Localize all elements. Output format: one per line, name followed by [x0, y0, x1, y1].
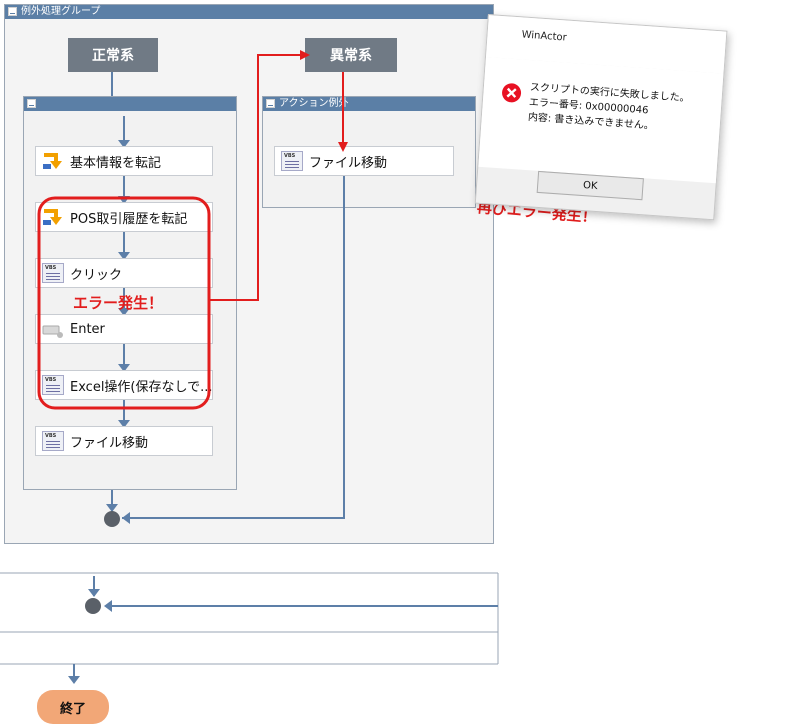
error-occurred-note: エラー発生！: [73, 294, 164, 312]
flow-node-file-move[interactable]: VBS ファイル移動: [35, 426, 213, 456]
error-annotation-overlay: [37, 50, 348, 410]
node-label: ファイル移動: [70, 435, 149, 451]
end-node[interactable]: 終了: [37, 690, 109, 724]
error-icon: [501, 82, 522, 103]
vbs-script-icon: VBS: [42, 431, 64, 451]
winactor-error-dialog: WinActor × スクリプトの実行に失敗しました。 エラー番号: 0x000…: [474, 14, 728, 221]
